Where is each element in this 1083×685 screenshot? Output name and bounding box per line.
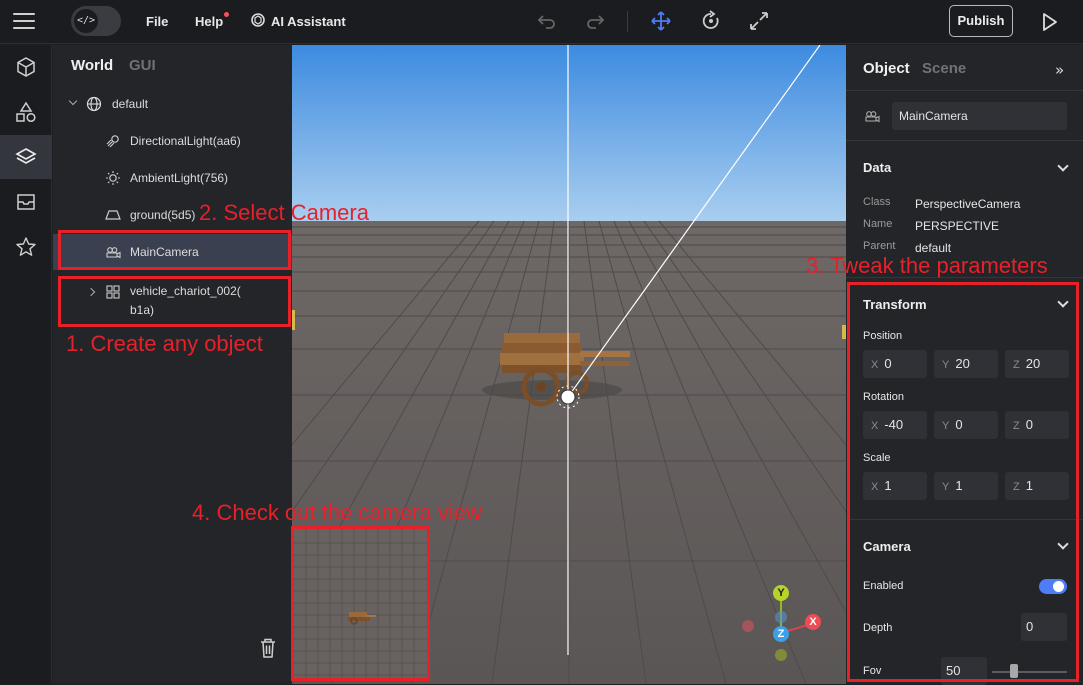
tab-scene[interactable]: Scene xyxy=(922,60,966,77)
rail-assets[interactable] xyxy=(0,180,52,224)
annotation-box-camera-view xyxy=(291,526,430,681)
redo-icon[interactable] xyxy=(585,12,605,30)
directional-light-icon xyxy=(106,135,119,148)
left-icon-rail xyxy=(0,45,52,684)
ambient-light-icon xyxy=(106,171,120,185)
name-label: Name xyxy=(863,218,893,230)
name-value: PERSPECTIVE xyxy=(915,219,1000,233)
ai-assistant-button[interactable]: AI Assistant xyxy=(271,14,346,29)
annotation-box-parameters xyxy=(847,282,1079,682)
tree-item-label: ground(5d5) xyxy=(130,208,196,222)
class-label: Class xyxy=(863,196,891,208)
tree-item[interactable]: AmbientLight(756) xyxy=(53,160,292,196)
hamburger-menu-icon[interactable] xyxy=(13,13,35,29)
annotation-box-create-object xyxy=(58,276,291,327)
divider xyxy=(846,140,1083,141)
tab-object[interactable]: Object xyxy=(863,60,910,77)
move-tool-icon[interactable] xyxy=(650,10,672,32)
layers-icon xyxy=(15,148,37,164)
publish-button[interactable]: Publish xyxy=(949,5,1013,37)
shapes-icon xyxy=(16,101,36,123)
camera-icon xyxy=(865,111,880,123)
tree-item-label: AmbientLight(756) xyxy=(130,171,229,185)
ground-icon xyxy=(105,210,121,220)
rotate-tool-icon[interactable] xyxy=(700,10,722,32)
globe-icon xyxy=(86,96,102,112)
rail-layers[interactable] xyxy=(0,135,52,179)
code-icon: </> xyxy=(74,9,98,33)
help-menu[interactable]: Help xyxy=(195,14,223,29)
parent-label: Parent xyxy=(863,240,896,252)
scene-tree-panel: World GUI default DirectionalLight(aa6) … xyxy=(53,45,292,684)
class-value: PerspectiveCamera xyxy=(915,197,1021,211)
rail-shapes[interactable] xyxy=(0,90,52,134)
notification-dot xyxy=(224,12,229,17)
axis-gizmo[interactable]: Y Z X xyxy=(738,583,828,683)
star-icon xyxy=(16,237,36,256)
trash-icon[interactable] xyxy=(259,637,277,659)
gizmo-z-axis[interactable]: Z xyxy=(773,626,789,642)
file-menu[interactable]: File xyxy=(146,14,168,29)
toolbar-divider xyxy=(627,11,628,32)
annotation-step-3: 3. Tweak the parameters xyxy=(806,253,1048,278)
tree-root[interactable]: default xyxy=(53,86,292,122)
data-section-title[interactable]: Data xyxy=(863,160,891,175)
chevron-down-icon[interactable] xyxy=(68,96,78,106)
tree-item-label: DirectionalLight(aa6) xyxy=(130,134,241,148)
cube-icon xyxy=(17,57,35,77)
gizmo-y-axis[interactable]: Y xyxy=(773,585,789,601)
tab-gui[interactable]: GUI xyxy=(129,57,156,74)
object-name-input[interactable]: MainCamera xyxy=(892,102,1067,130)
gizmo-x-axis[interactable]: X xyxy=(805,614,821,630)
divider xyxy=(846,90,1083,91)
tree-item[interactable]: DirectionalLight(aa6) xyxy=(53,123,292,159)
play-icon[interactable] xyxy=(1041,12,1059,32)
rail-objects[interactable] xyxy=(0,45,52,89)
tab-world[interactable]: World xyxy=(71,57,113,74)
ai-assistant-icon xyxy=(251,13,265,27)
tree-root-label: default xyxy=(112,97,149,111)
inbox-icon xyxy=(17,194,35,210)
undo-icon[interactable] xyxy=(537,12,557,30)
code-toggle[interactable]: </> xyxy=(71,6,121,36)
annotation-step-1: 1. Create any object xyxy=(66,331,263,356)
rail-favorites[interactable] xyxy=(0,225,52,269)
collapse-panel-icon[interactable]: » xyxy=(1055,61,1064,79)
top-bar: </> File Help AI Assistant Publish xyxy=(0,0,1083,44)
chevron-down-icon[interactable] xyxy=(1057,160,1069,172)
annotation-step-4: 4. Check out the camera view xyxy=(192,500,482,525)
scale-tool-icon[interactable] xyxy=(748,10,770,32)
annotation-step-2: 2. Select Camera xyxy=(199,200,369,225)
annotation-box-select-camera xyxy=(58,230,291,270)
